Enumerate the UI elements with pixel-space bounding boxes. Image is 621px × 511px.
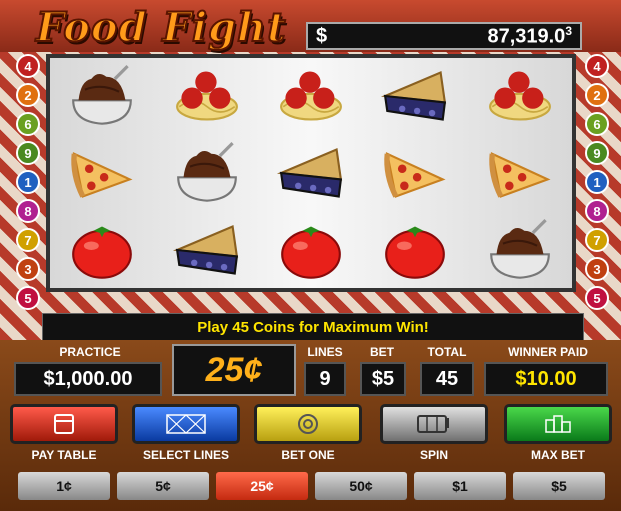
practice-label: PRACTICE [59,345,121,359]
coin-option-6[interactable]: $5 [513,472,605,500]
paylines-icon [166,414,206,434]
max-bet-label: MAX BET [531,448,585,462]
denomination-display: 25¢ [172,344,296,396]
coin-icon [298,414,318,434]
jackpot-amount: 87,319.03 [487,23,572,48]
payline-2[interactable]: 2 [16,83,40,107]
bet-value: $5 [360,362,406,396]
winner-paid-label: WINNER PAID [508,345,588,359]
chocolate-bowl-icon [71,64,133,126]
lines-label: LINES [307,345,343,359]
payline-5[interactable]: 5 [585,286,609,310]
payline-8[interactable]: 8 [16,199,40,223]
reel-symbol-pizza-slice [468,135,572,212]
coin-option-4[interactable]: 50¢ [315,472,407,500]
practice-balance: $1,000.00 [14,362,162,396]
slot-machine-icon [417,415,449,433]
spaghetti-meatballs-icon [488,70,551,121]
jackpot-display: $ 87,319.03 [306,22,582,50]
pizza-slice-icon [485,141,555,205]
reel-symbol-tomato [259,211,363,288]
payline-3[interactable]: 3 [16,257,40,281]
reel-symbol-spaghetti-meatballs [259,58,363,135]
bet-one-button[interactable] [254,404,362,444]
coin-option-5[interactable]: $1 [414,472,506,500]
winner-paid-value: $10.00 [484,362,608,396]
coin-option-1[interactable]: 1¢ [18,472,110,500]
payline-4[interactable]: 4 [585,54,609,78]
spin-button[interactable] [380,404,488,444]
total-label: TOTAL [427,345,467,359]
calculator-icon [54,414,74,434]
payline-7[interactable]: 7 [16,228,40,252]
reel-symbol-blueberry-pie [363,58,467,135]
payline-9[interactable]: 9 [585,141,609,165]
bet-one-label: BET ONE [281,448,335,462]
payline-6[interactable]: 6 [585,112,609,136]
paylines-right: 4 2 6 9 1 8 7 3 5 [585,54,609,310]
jackpot-currency: $ [316,24,328,47]
max-bet-button[interactable] [504,404,612,444]
select-lines-button[interactable] [132,404,240,444]
payline-1[interactable]: 1 [585,170,609,194]
reel-symbol-spaghetti-meatballs [468,58,572,135]
tomato-icon [281,225,341,279]
blueberry-pie-icon [384,71,447,121]
coin-option-3[interactable]: 25¢ [216,472,308,500]
payline-8[interactable]: 8 [585,199,609,223]
spaghetti-meatballs-icon [175,70,238,121]
reel-symbol-tomato [363,211,467,288]
payline-5[interactable]: 5 [16,286,40,310]
bet-label: BET [370,345,394,359]
pay-table-label: PAY TABLE [31,448,97,462]
spin-label: SPIN [419,448,448,462]
reel-symbol-pizza-slice [363,135,467,212]
coin-option-2[interactable]: 5¢ [117,472,209,500]
reel-window [46,54,576,292]
message-bar: Play 45 Coins for Maximum Win! [42,313,584,341]
pizza-slice-icon [67,141,137,205]
payline-9[interactable]: 9 [16,141,40,165]
payline-7[interactable]: 7 [585,228,609,252]
payline-1[interactable]: 1 [16,170,40,194]
tomato-icon [385,225,446,279]
payline-6[interactable]: 6 [16,112,40,136]
reel-symbol-chocolate-bowl [468,211,572,288]
chocolate-bowl-icon [176,141,237,203]
lines-value: 9 [304,362,346,396]
blueberry-pie-icon [175,225,238,275]
reel-symbol-blueberry-pie [154,211,258,288]
tomato-icon [72,225,133,279]
reel-symbol-tomato [50,211,154,288]
pizza-slice-icon [380,141,450,205]
reel-symbol-pizza-slice [50,135,154,212]
select-lines-label: SELECT LINES [142,448,229,462]
total-value: 45 [420,362,474,396]
coin-stacks-icon [545,415,571,433]
reel-symbol-spaghetti-meatballs [154,58,258,135]
chocolate-bowl-icon [489,218,551,279]
pay-table-button[interactable] [10,404,118,444]
payline-4[interactable]: 4 [16,54,40,78]
reel-symbol-blueberry-pie [259,135,363,212]
payline-2[interactable]: 2 [585,83,609,107]
reel-symbol-chocolate-bowl [50,58,154,135]
paylines-left: 4 2 6 9 1 8 7 3 5 [16,54,40,310]
spaghetti-meatballs-icon [280,70,342,121]
game-logo: Food Fight [35,3,287,52]
reel-symbol-chocolate-bowl [154,135,258,212]
payline-3[interactable]: 3 [585,257,609,281]
blueberry-pie-icon [280,148,342,198]
